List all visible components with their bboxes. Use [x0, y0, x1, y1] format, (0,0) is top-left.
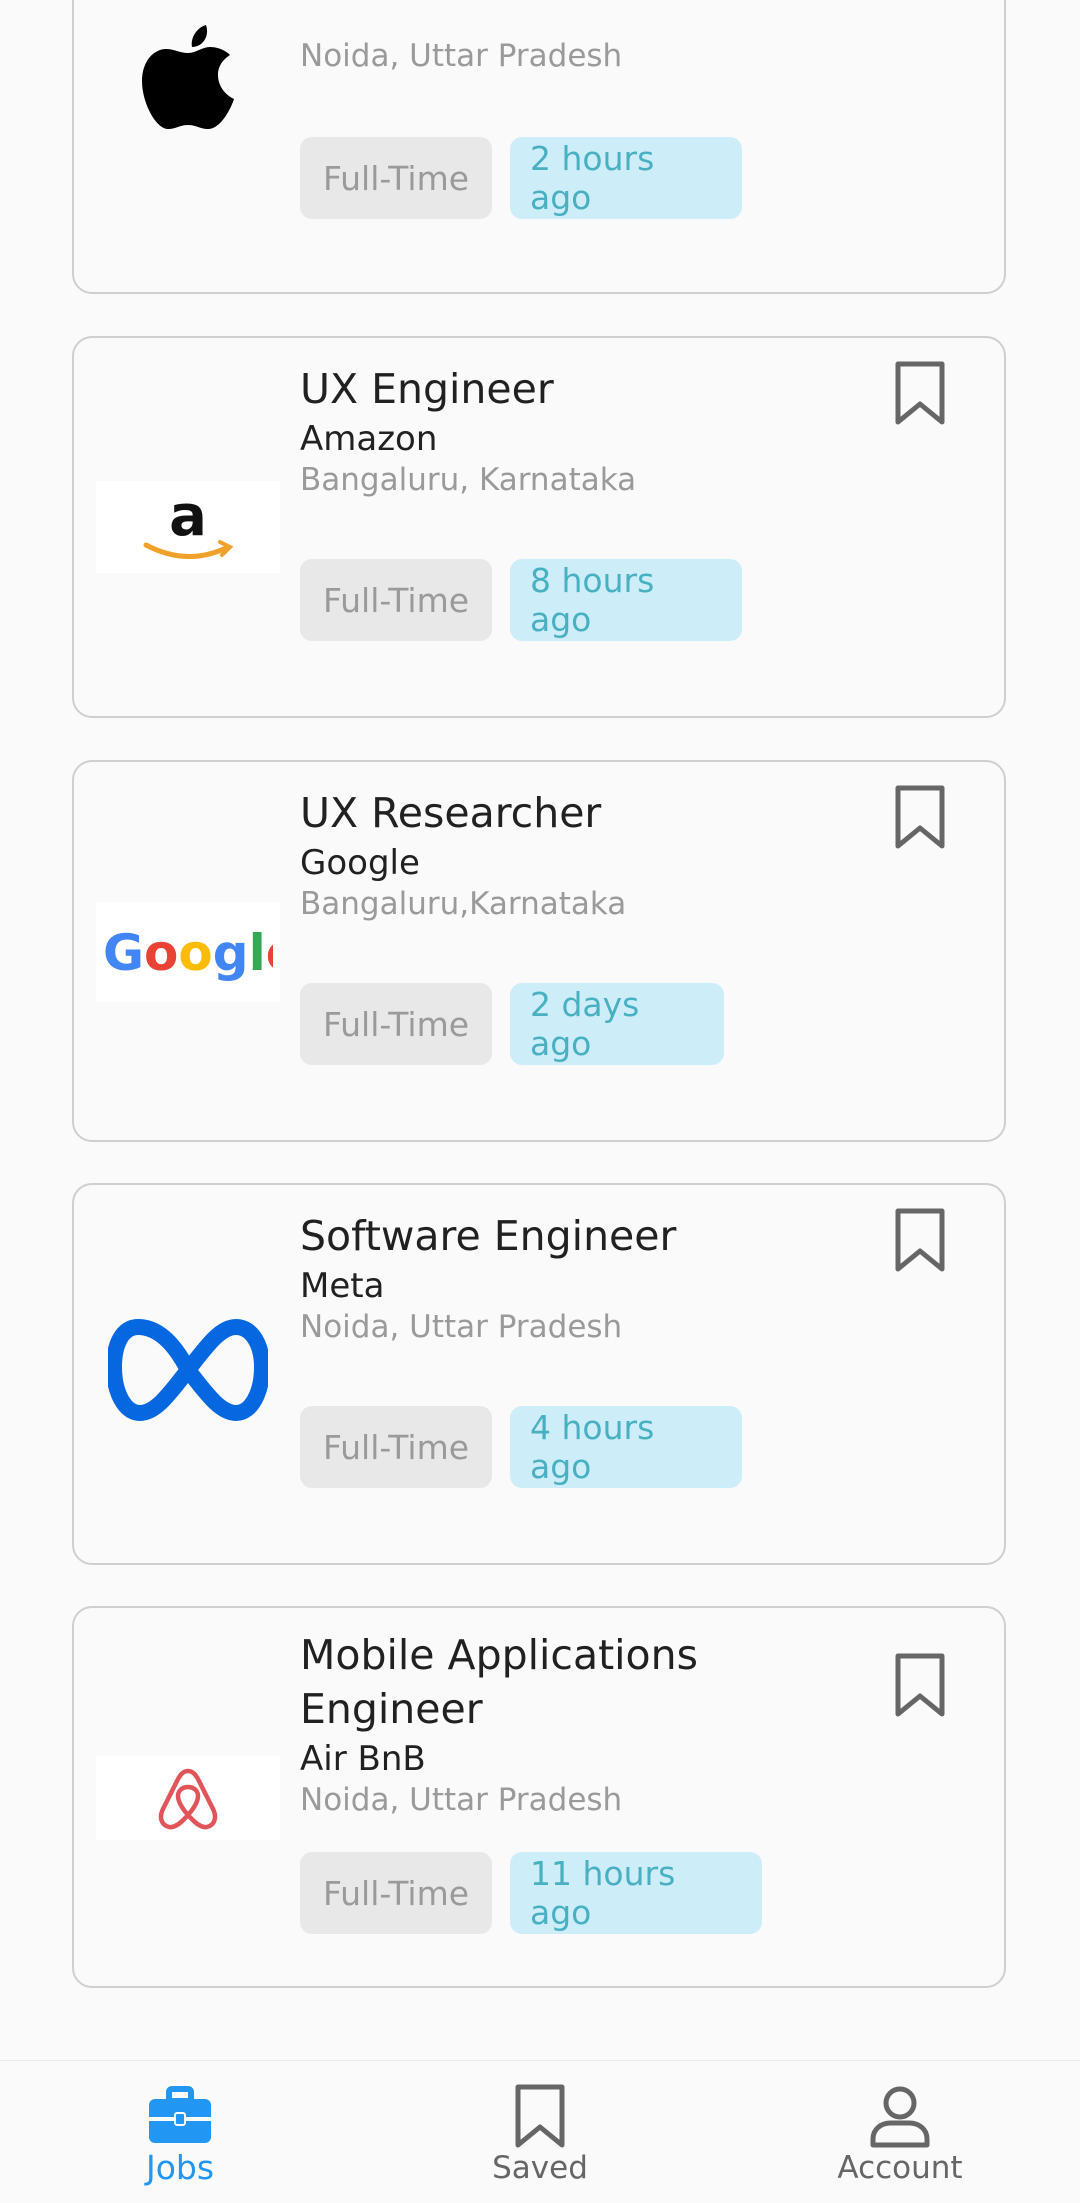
- nav-label-saved: Saved: [492, 2150, 588, 2186]
- briefcase-icon: [149, 2086, 211, 2143]
- job-card[interactable]: Mobile Applications Engineer Air BnB Noi…: [72, 1606, 1006, 1988]
- bottom-navigation-bar: Jobs Saved Account: [0, 2060, 1080, 2203]
- job-type-chip: Full-Time: [300, 983, 492, 1065]
- company-logo-airbnb: [96, 1756, 280, 1840]
- bookmark-icon[interactable]: [890, 784, 950, 850]
- meta-logo-icon: [108, 1319, 268, 1421]
- person-icon: [870, 2086, 930, 2148]
- nav-item-jobs[interactable]: Jobs: [60, 2061, 300, 2203]
- job-type-chip: Full-Time: [300, 1852, 492, 1934]
- job-title: Mobile Applications Engineer: [300, 1631, 698, 1733]
- company-name: Air BnB: [300, 1739, 426, 1779]
- amazon-logo-icon: a: [143, 487, 234, 559]
- nav-label-jobs: Jobs: [145, 2148, 215, 2187]
- company-name: Meta: [300, 1266, 385, 1306]
- company-name: Amazon: [300, 419, 438, 459]
- job-card[interactable]: Software Engineer Meta Noida, Uttar Prad…: [72, 1183, 1006, 1565]
- job-card[interactable]: Google UX Researcher Google Bangaluru,Ka…: [72, 760, 1006, 1142]
- job-location: Bangaluru,Karnataka: [300, 886, 627, 922]
- job-title: UX Engineer: [300, 365, 554, 413]
- posted-time-chip: 2 days ago: [510, 983, 724, 1065]
- job-type-chip: Full-Time: [300, 1406, 492, 1488]
- job-list-screen: Noida, Uttar Pradesh Full-Time 2 hours a…: [0, 0, 1080, 2203]
- job-card[interactable]: Noida, Uttar Pradesh Full-Time 2 hours a…: [72, 0, 1006, 294]
- bookmark-icon[interactable]: [890, 1652, 950, 1718]
- job-location: Bangaluru, Karnataka: [300, 462, 637, 498]
- posted-time-chip: 2 hours ago: [510, 137, 742, 219]
- job-type-chip: Full-Time: [300, 137, 492, 219]
- bookmark-icon[interactable]: [890, 1207, 950, 1273]
- job-title: Software Engineer: [300, 1212, 677, 1260]
- company-logo-apple: [96, 12, 280, 142]
- posted-time-chip: 11 hours ago: [510, 1852, 762, 1934]
- company-logo-amazon: a: [96, 481, 280, 573]
- apple-logo-icon: [142, 25, 234, 129]
- nav-item-saved[interactable]: Saved: [420, 2061, 660, 2203]
- posted-time-chip: 8 hours ago: [510, 559, 742, 641]
- job-location: Noida, Uttar Pradesh: [300, 38, 623, 74]
- job-card[interactable]: a UX Engineer Amazon Bangaluru, Karnatak…: [72, 336, 1006, 718]
- job-location: Noida, Uttar Pradesh: [300, 1309, 623, 1345]
- company-name: Google: [300, 843, 420, 883]
- bookmark-icon[interactable]: [890, 360, 950, 426]
- job-list[interactable]: Noida, Uttar Pradesh Full-Time 2 hours a…: [0, 0, 1080, 2060]
- job-type-chip: Full-Time: [300, 559, 492, 641]
- svg-text:Google: Google: [103, 924, 273, 982]
- svg-text:a: a: [169, 487, 207, 549]
- job-location: Noida, Uttar Pradesh: [300, 1782, 623, 1818]
- bookmark-icon: [515, 2084, 565, 2148]
- company-logo-google: Google: [96, 902, 280, 1002]
- airbnb-logo-icon: [158, 1768, 218, 1830]
- company-logo-meta: [96, 1315, 280, 1425]
- job-title: UX Researcher: [300, 789, 602, 837]
- nav-label-account: Account: [837, 2150, 963, 2186]
- nav-item-account[interactable]: Account: [780, 2061, 1020, 2203]
- posted-time-chip: 4 hours ago: [510, 1406, 742, 1488]
- google-logo-icon: Google: [103, 924, 273, 982]
